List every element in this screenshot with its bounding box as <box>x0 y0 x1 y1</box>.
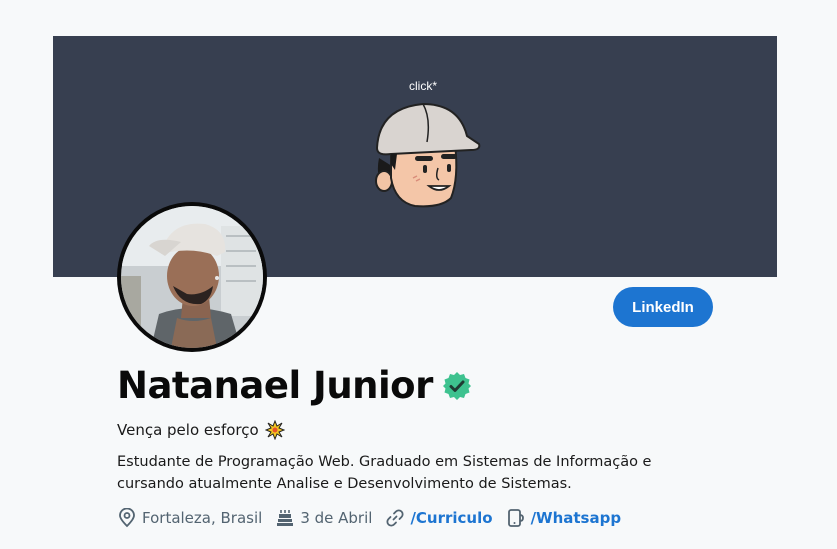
sparkle-burst-icon <box>264 420 285 440</box>
meta-birthday: 3 de Abril <box>275 508 372 528</box>
meta-location: Fortaleza, Brasil <box>117 508 262 528</box>
profile-name-row: Natanael Junior <box>117 362 473 410</box>
birthday-text: 3 de Abril <box>300 509 373 527</box>
link-icon <box>386 509 404 527</box>
location-pin-icon <box>119 508 135 528</box>
verified-badge-icon <box>442 372 471 400</box>
phone-icon <box>507 509 524 527</box>
whatsapp-link[interactable]: /Whatsapp <box>531 509 622 527</box>
profile-meta-row: Fortaleza, Brasil 3 de Abril /Curriculo … <box>117 508 634 528</box>
curriculo-link[interactable]: /Curriculo <box>410 509 492 527</box>
banner-click-label: click* <box>409 79 438 93</box>
profile-bio: Estudante de Programação Web. Graduado e… <box>117 454 652 492</box>
birthday-cake-icon <box>277 510 294 526</box>
profile-avatar[interactable] <box>117 202 267 352</box>
location-text: Fortaleza, Brasil <box>142 509 263 527</box>
profile-name: Natanael Junior <box>117 364 433 407</box>
tagline-text: Vença pelo esforço <box>117 421 259 439</box>
meta-curriculo[interactable]: /Curriculo <box>385 508 493 528</box>
meta-whatsapp[interactable]: /Whatsapp <box>506 508 622 528</box>
cartoon-avatar-illustration[interactable] <box>371 98 481 210</box>
profile-photo <box>121 206 263 348</box>
profile-tagline: Vença pelo esforço <box>117 420 285 440</box>
linkedin-button[interactable]: LinkedIn <box>613 287 713 327</box>
